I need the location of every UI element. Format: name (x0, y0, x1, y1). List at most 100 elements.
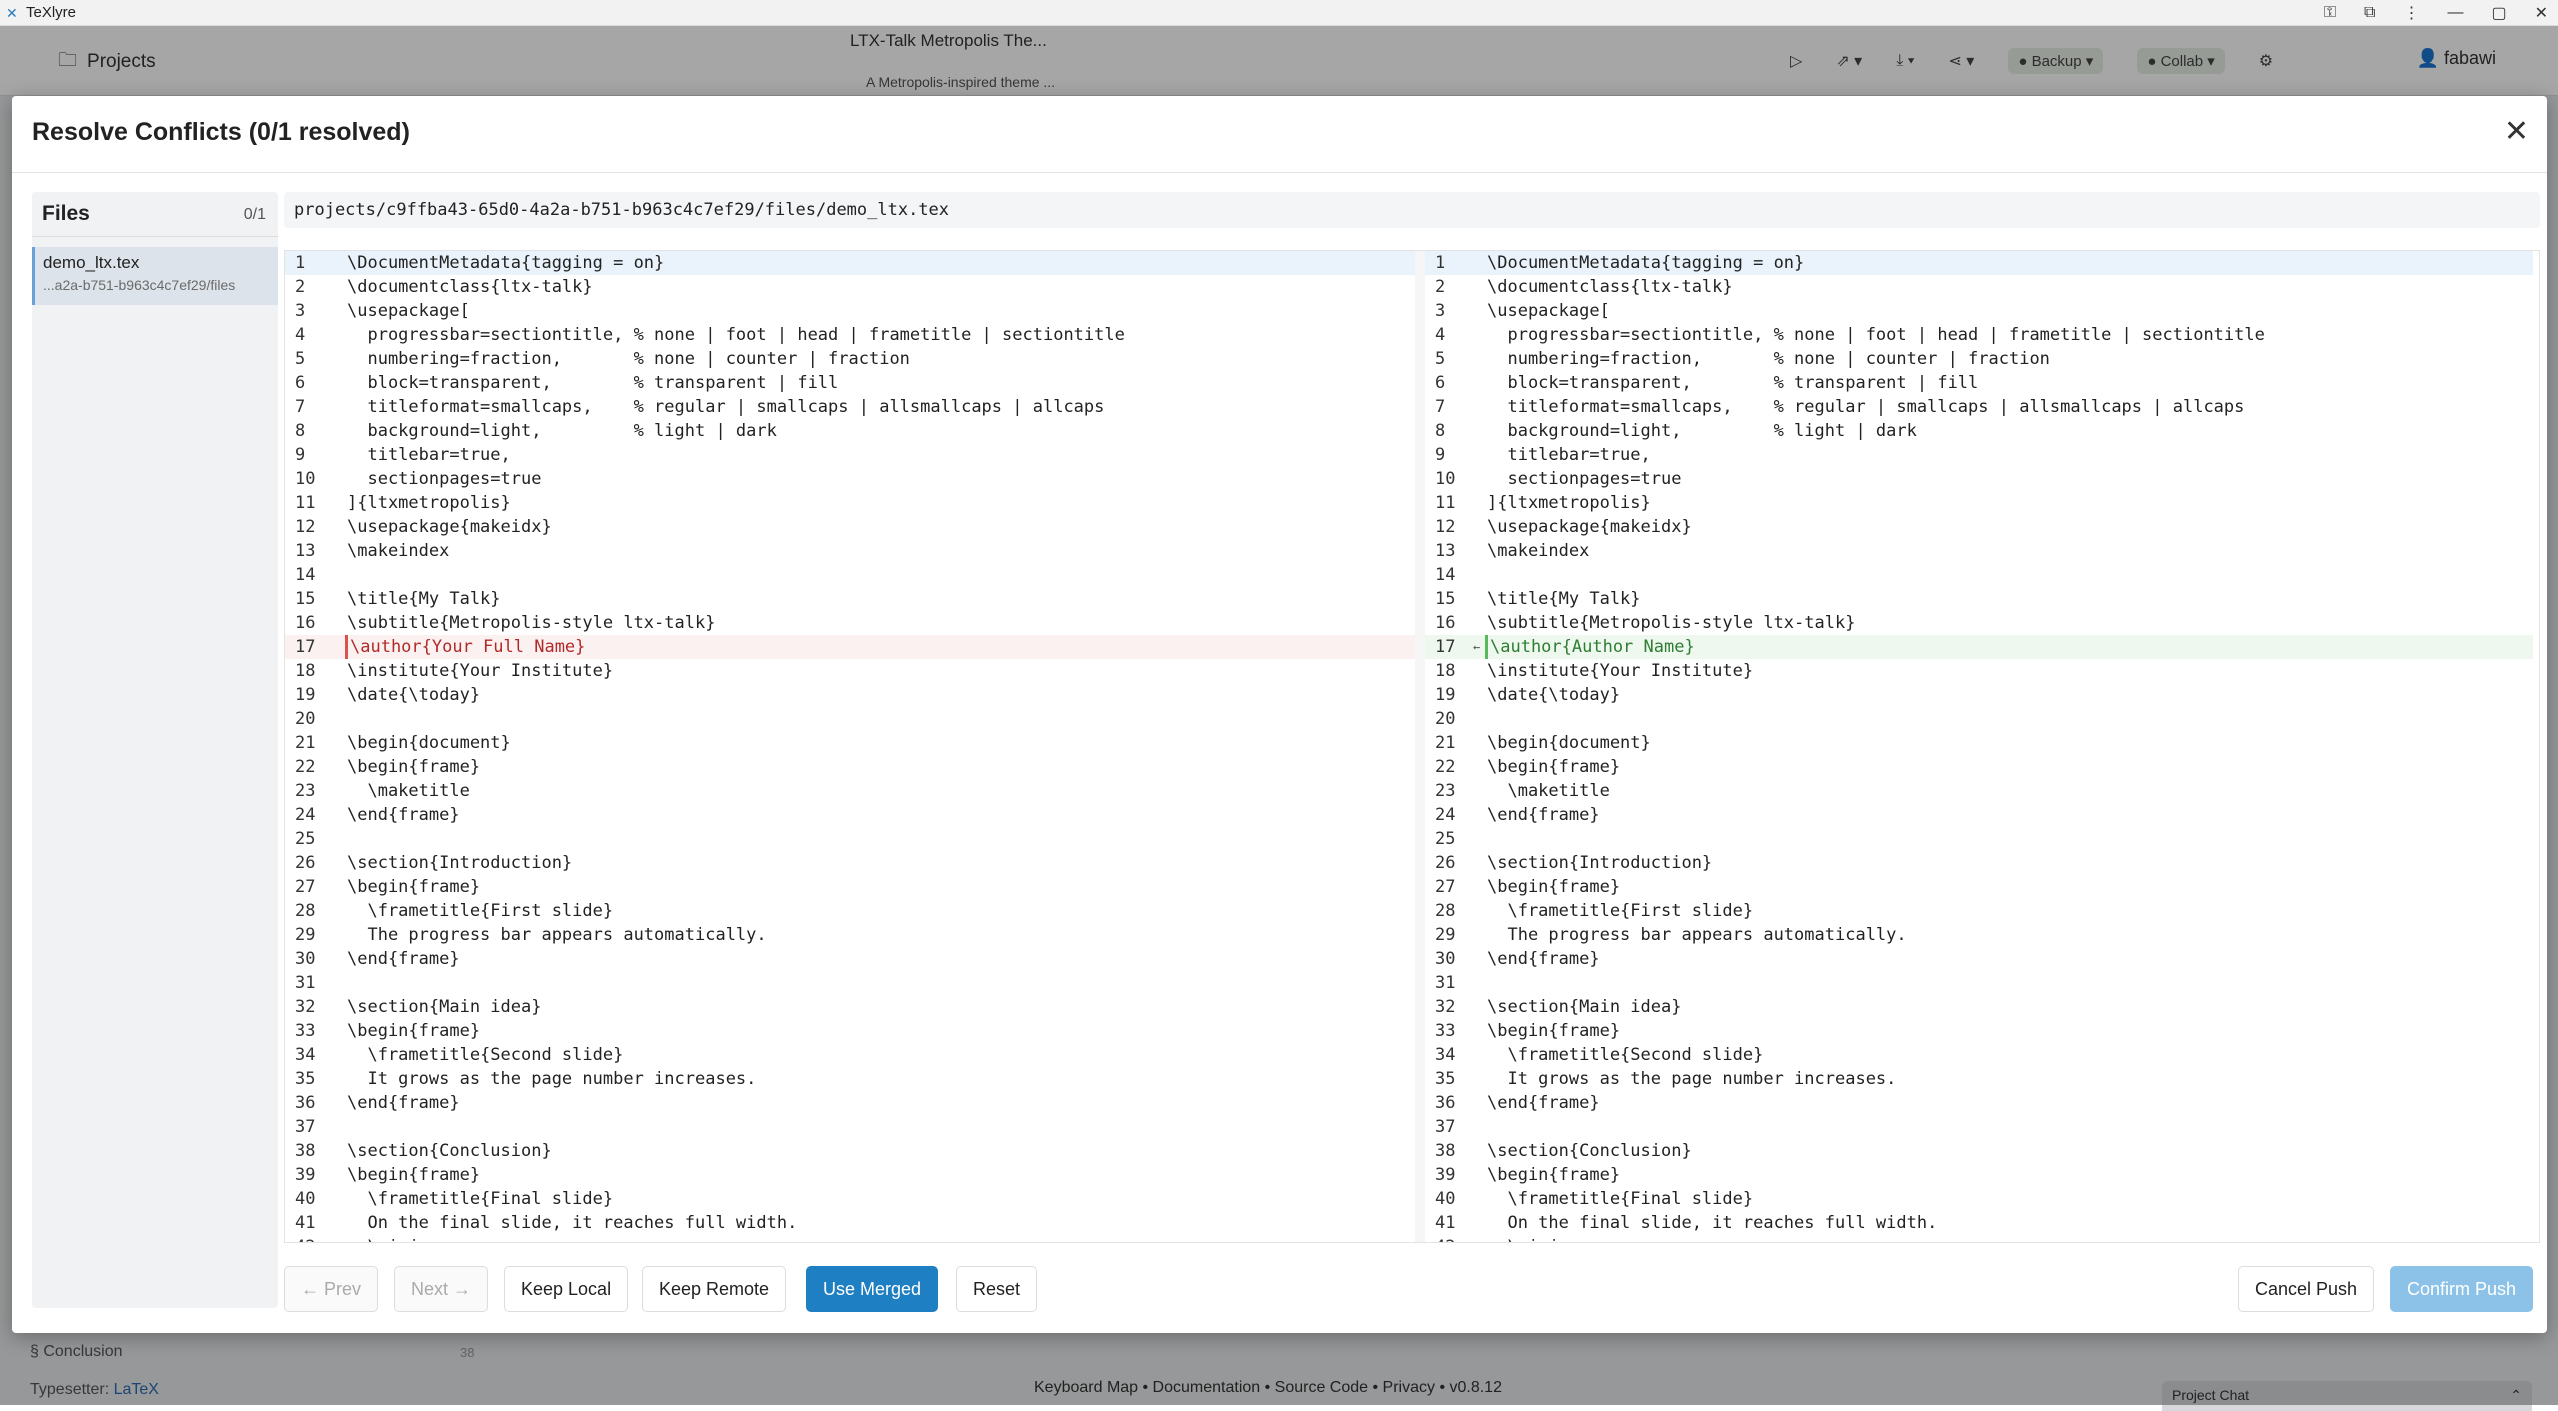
code-line[interactable]: 30 \end{frame} (1425, 947, 2533, 971)
code-line[interactable]: 33 \begin{frame} (285, 1019, 1415, 1043)
code-line[interactable]: 23 \maketitle (285, 779, 1415, 803)
code-line[interactable]: 36 \end{frame} (1425, 1091, 2533, 1115)
code-line[interactable]: 17 ← \author{Author Name} (1425, 635, 2533, 659)
code-line[interactable]: 2 \documentclass{ltx-talk} (285, 275, 1415, 299)
code-line[interactable]: 17 \author{Your Full Name} (285, 635, 1415, 659)
code-line[interactable]: 27 \begin{frame} (285, 875, 1415, 899)
more-menu-icon[interactable]: ⋮ (2403, 3, 2419, 23)
reset-button[interactable]: Reset (956, 1266, 1038, 1312)
extensions-icon[interactable]: ⧉ (2364, 4, 2375, 22)
code-line[interactable]: 4 progressbar=sectiontitle, % none | foo… (285, 323, 1415, 347)
code-line[interactable]: 25 (285, 827, 1415, 851)
code-line[interactable]: 6 block=transparent, % transparent | fil… (1425, 371, 2533, 395)
code-line[interactable]: 3 \usepackage[ (285, 299, 1415, 323)
code-line[interactable]: 9 titlebar=true, (285, 443, 1415, 467)
code-line[interactable]: 29 The progress bar appears automaticall… (285, 923, 1415, 947)
code-line[interactable]: 20 (285, 707, 1415, 731)
code-line[interactable]: 24 \end{frame} (285, 803, 1415, 827)
code-line[interactable]: 15 \title{My Talk} (1425, 587, 2533, 611)
prev-button[interactable]: ← Prev (284, 1266, 379, 1312)
code-line[interactable]: 35 It grows as the page number increases… (1425, 1067, 2533, 1091)
code-line[interactable]: 21 \begin{document} (1425, 731, 2533, 755)
code-line[interactable]: 2 \documentclass{ltx-talk} (1425, 275, 2533, 299)
code-line[interactable]: 34 \frametitle{Second slide} (285, 1043, 1415, 1067)
diff-splitter[interactable] (1415, 251, 1425, 1242)
code-line[interactable]: 28 \frametitle{First slide} (285, 899, 1415, 923)
code-line[interactable]: 33 \begin{frame} (1425, 1019, 2533, 1043)
code-line[interactable]: 22 \begin{frame} (285, 755, 1415, 779)
code-line[interactable]: 18 \institute{Your Institute} (285, 659, 1415, 683)
code-line[interactable]: 16 \subtitle{Metropolis-style ltx-talk} (1425, 611, 2533, 635)
code-line[interactable]: 6 block=transparent, % transparent | fil… (285, 371, 1415, 395)
local-pane[interactable]: 1 \DocumentMetadata{tagging = on} 2 \docume… (285, 251, 1415, 1242)
code-line[interactable]: 32 \section{Main idea} (285, 995, 1415, 1019)
code-line[interactable]: 15 \title{My Talk} (285, 587, 1415, 611)
code-line[interactable]: 13 \makeindex (1425, 539, 2533, 563)
code-line[interactable]: 12 \usepackage{makeidx} (1425, 515, 2533, 539)
code-line[interactable]: 27 \begin{frame} (1425, 875, 2533, 899)
close-icon[interactable]: ✕ (2504, 114, 2529, 149)
code-line[interactable]: 26 \section{Introduction} (285, 851, 1415, 875)
code-line[interactable]: 11]{ltxmetropolis} (285, 491, 1415, 515)
code-line[interactable]: 37 (285, 1115, 1415, 1139)
code-line[interactable]: 40 \frametitle{Final slide} (1425, 1187, 2533, 1211)
code-line[interactable]: 25 (1425, 827, 2533, 851)
code-line[interactable]: 18 \institute{Your Institute} (1425, 659, 2533, 683)
code-line[interactable]: 4 progressbar=sectiontitle, % none | foo… (1425, 323, 2533, 347)
merge-arrow-icon[interactable]: ← (1473, 635, 1485, 659)
code-line[interactable]: 5 numbering=fraction, % none | counter |… (285, 347, 1415, 371)
code-line[interactable]: 32 \section{Main idea} (1425, 995, 2533, 1019)
code-line[interactable]: 41 On the final slide, it reaches full w… (285, 1211, 1415, 1235)
code-line[interactable]: 7 titleformat=smallcaps, % regular | sma… (1425, 395, 2533, 419)
code-line[interactable]: 13 \makeindex (285, 539, 1415, 563)
cancel-push-button[interactable]: Cancel Push (2238, 1266, 2375, 1312)
remote-pane[interactable]: 1 \DocumentMetadata{tagging = on} 2 \docume… (1425, 251, 2533, 1242)
code-line[interactable]: 31 (1425, 971, 2533, 995)
code-line[interactable]: 30 \end{frame} (285, 947, 1415, 971)
close-window-icon[interactable]: ✕ (2535, 3, 2548, 23)
code-line[interactable]: 12 \usepackage{makeidx} (285, 515, 1415, 539)
code-line[interactable]: 40 \frametitle{Final slide} (285, 1187, 1415, 1211)
code-line[interactable]: 8 background=light, % light | dark (1425, 419, 2533, 443)
code-line[interactable]: 1 \DocumentMetadata{tagging = on} (285, 251, 1415, 275)
code-line[interactable]: 5 numbering=fraction, % none | counter |… (1425, 347, 2533, 371)
minimize-icon[interactable]: — (2447, 4, 2463, 22)
code-line[interactable]: 9 titlebar=true, (1425, 443, 2533, 467)
code-line[interactable]: 29 The progress bar appears automaticall… (1425, 923, 2533, 947)
code-line[interactable]: 39 \begin{frame} (285, 1163, 1415, 1187)
code-line[interactable]: 14 (285, 563, 1415, 587)
keep-remote-button[interactable]: Keep Remote (642, 1266, 787, 1312)
code-line[interactable]: 14 (1425, 563, 2533, 587)
code-line[interactable]: 19 \date{\today} (1425, 683, 2533, 707)
maximize-icon[interactable]: ▢ (2491, 3, 2506, 23)
code-line[interactable]: 11]{ltxmetropolis} (1425, 491, 2533, 515)
code-line[interactable]: 26 \section{Introduction} (1425, 851, 2533, 875)
code-line[interactable]: 10 sectionpages=true (1425, 467, 2533, 491)
code-line[interactable]: 21 \begin{document} (285, 731, 1415, 755)
code-line[interactable]: 23 \maketitle (1425, 779, 2533, 803)
code-line[interactable]: 35 It grows as the page number increases… (285, 1067, 1415, 1091)
code-line[interactable]: 38 \section{Conclusion} (1425, 1139, 2533, 1163)
diff-editor[interactable]: 1 \DocumentMetadata{tagging = on} 2 \docume… (284, 250, 2540, 1243)
code-line[interactable]: 31 (285, 971, 1415, 995)
code-line[interactable]: 7 titleformat=smallcaps, % regular | sma… (285, 395, 1415, 419)
code-line[interactable]: 10 sectionpages=true (285, 467, 1415, 491)
code-line[interactable]: 24 \end{frame} (1425, 803, 2533, 827)
code-line[interactable]: 22 \begin{frame} (1425, 755, 2533, 779)
next-button[interactable]: Next → (394, 1266, 489, 1312)
code-line[interactable]: 42 \ninja (1425, 1235, 2533, 1242)
code-line[interactable]: 20 (1425, 707, 2533, 731)
code-line[interactable]: 42 \ninja (285, 1235, 1415, 1242)
code-line[interactable]: 37 (1425, 1115, 2533, 1139)
code-line[interactable]: 16 \subtitle{Metropolis-style ltx-talk} (285, 611, 1415, 635)
keep-local-button[interactable]: Keep Local (504, 1266, 629, 1312)
key-icon[interactable]: ⚿ (2324, 4, 2336, 22)
file-item-demo-ltx[interactable]: demo_ltx.tex ...a2a-b751-b963c4c7ef29/fi… (32, 247, 278, 305)
code-line[interactable]: 39 \begin{frame} (1425, 1163, 2533, 1187)
code-line[interactable]: 28 \frametitle{First slide} (1425, 899, 2533, 923)
code-line[interactable]: 41 On the final slide, it reaches full w… (1425, 1211, 2533, 1235)
code-line[interactable]: 1 \DocumentMetadata{tagging = on} (1425, 251, 2533, 275)
code-line[interactable]: 3 \usepackage[ (1425, 299, 2533, 323)
confirm-push-button[interactable]: Confirm Push (2390, 1266, 2534, 1312)
code-line[interactable]: 19 \date{\today} (285, 683, 1415, 707)
